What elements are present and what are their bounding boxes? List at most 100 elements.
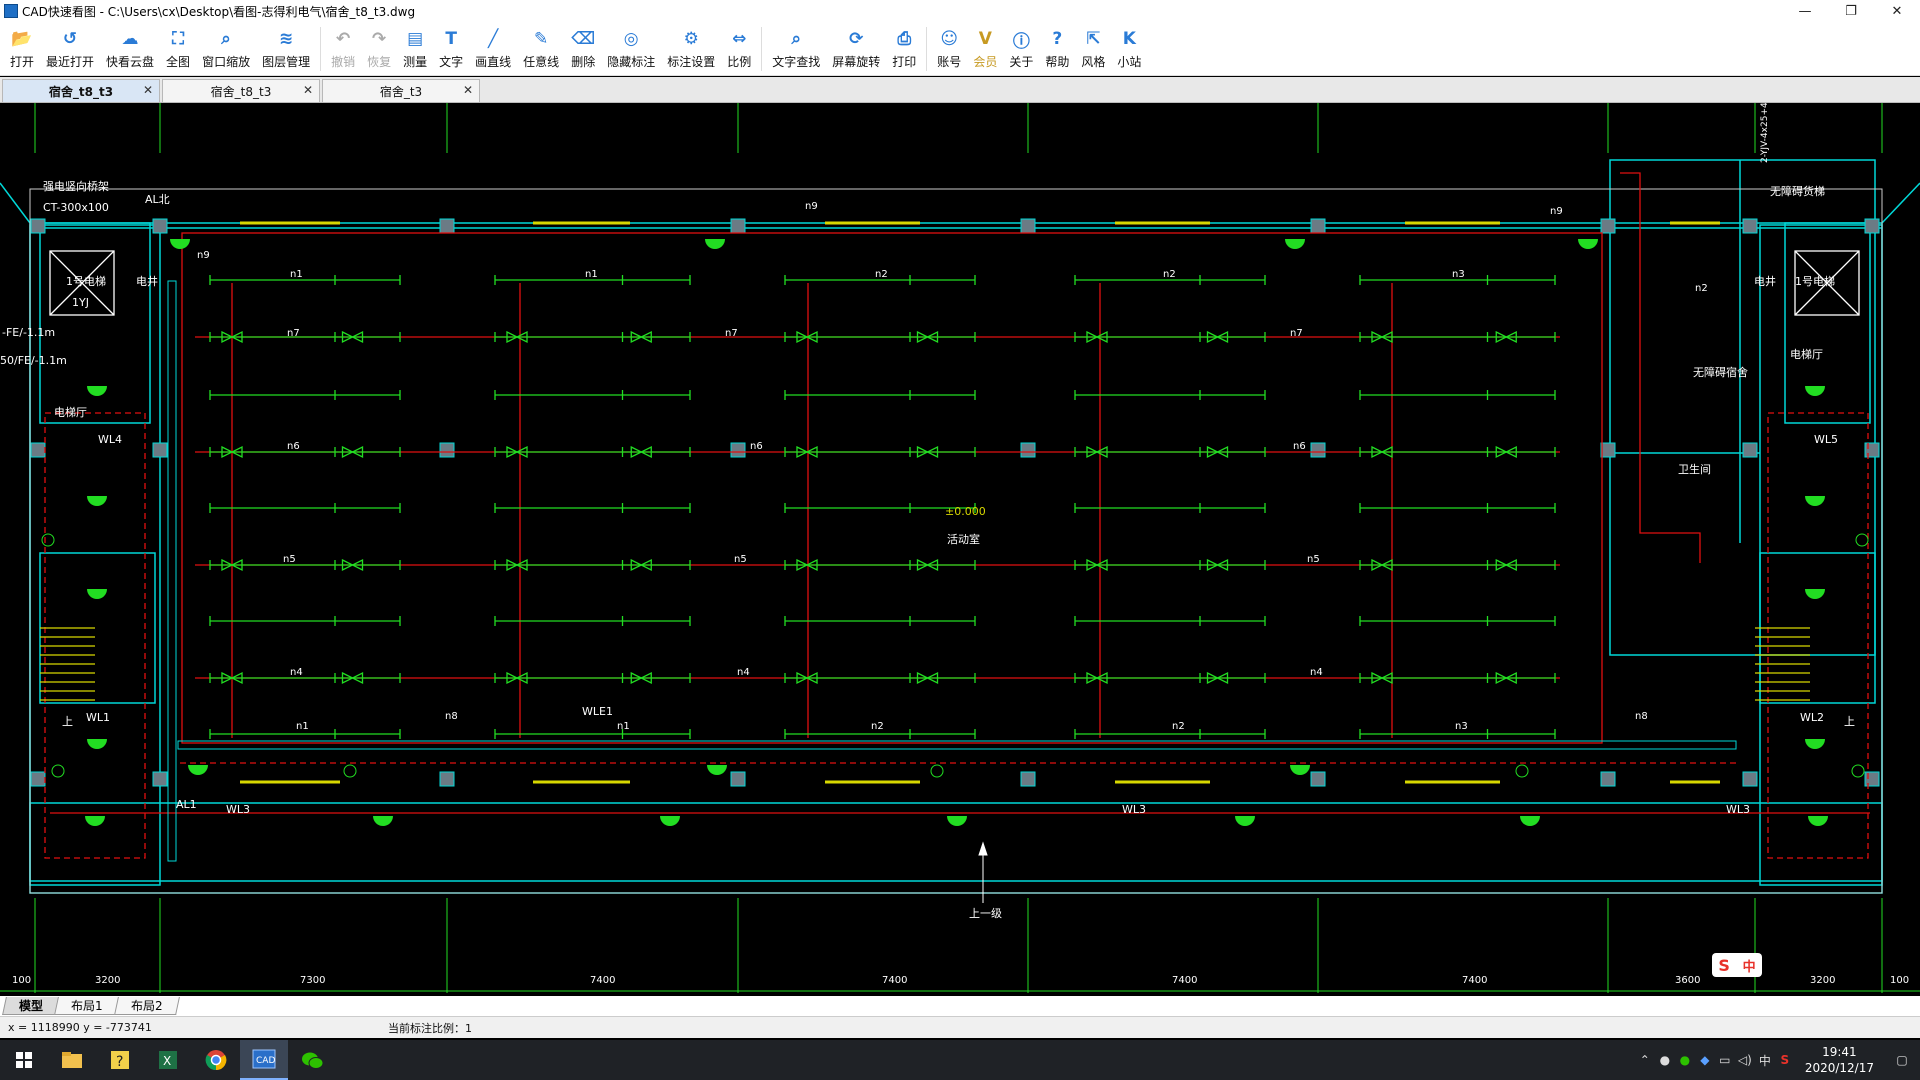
toolbar-button-1[interactable]: ↺ 最近打开 — [40, 22, 100, 76]
tray-app-icon[interactable]: ● — [1655, 1053, 1675, 1067]
toolbar-button-17[interactable]: ⟳ 屏幕旋转 — [826, 22, 886, 76]
document-tabs: 宿舍_t8_t3 ✕ 宿舍_t8_t3 ✕ 宿舍_t3 ✕ — [0, 77, 1920, 103]
sogou-tray-icon[interactable]: S — [1775, 1053, 1795, 1067]
minimize-button[interactable]: — — [1782, 0, 1828, 22]
restore-button[interactable]: ❐ — [1828, 0, 1874, 22]
column — [439, 218, 455, 234]
toolbar-button-8[interactable]: ▤ 测量 — [397, 22, 433, 76]
wall-lamp — [660, 816, 680, 826]
drawing-label: n3 — [1455, 721, 1468, 732]
drawing-label: 上 — [1844, 715, 1855, 728]
circuit-boundary — [181, 232, 1603, 744]
toolbar-button-24[interactable]: K 小站 — [1111, 22, 1147, 76]
clock[interactable]: 19:41 2020/12/17 — [1805, 1044, 1874, 1076]
tab-document-3[interactable]: 宿舍_t3 ✕ — [322, 79, 480, 102]
toolbar-button-19[interactable]: ☺ 账号 — [931, 22, 967, 76]
volume-icon[interactable]: ◁) — [1735, 1053, 1755, 1067]
tab-document-2[interactable]: 宿舍_t8_t3 ✕ — [162, 79, 320, 102]
drawing-label: WLE1 — [582, 705, 613, 718]
drawing-label: n4 — [737, 667, 750, 678]
drawing-label: 无障碍宿舍 — [1693, 365, 1748, 379]
cad-drawing-canvas[interactable]: 强电竖向桥架 CT-300x100 AL北 1号电梯 1YJ 电井 1号电梯 电井 电梯厅 电梯厅… — [0, 103, 1920, 996]
wechat-tray-icon[interactable]: ● — [1675, 1053, 1695, 1067]
notification-icon[interactable]: ▢ — [1884, 1053, 1920, 1067]
chevron-up-icon[interactable]: ⌃ — [1635, 1053, 1655, 1067]
wall-lamp — [87, 589, 107, 599]
drawing-label: 电井 — [1754, 274, 1776, 288]
toolbar-button-4[interactable]: ⌕ 窗口缩放 — [196, 22, 256, 76]
column — [30, 442, 46, 458]
toolbar-button-15[interactable]: ⇔ 比例 — [721, 22, 757, 76]
drawing-label: WL2 — [1800, 711, 1824, 724]
toolbar-button-14[interactable]: ⚙ 标注设置 — [661, 22, 721, 76]
toolbar-button-label: 图层管理 — [262, 55, 311, 69]
svg-text:CAD: CAD — [256, 1056, 275, 1066]
toolbar-button-7[interactable]: ↷ 恢复 — [361, 22, 397, 76]
toolbar-button-23[interactable]: ⇱ 风格 — [1075, 22, 1111, 76]
toolbar-button-16[interactable]: ⌕ 文字查找 — [766, 22, 826, 76]
toolbar-button-12[interactable]: ⌫ 删除 — [565, 22, 601, 76]
help-app-icon[interactable]: ? — [96, 1040, 144, 1080]
system-tray: ⌃ ● ● ◆ ▭ ◁) 中 S 19:41 2020/12/17 ▢ — [1635, 1040, 1920, 1080]
toolbar-button-20[interactable]: V 会员 — [967, 22, 1003, 76]
column — [439, 771, 455, 787]
drawing-label: n2 — [1172, 721, 1185, 732]
drawing-label: n5 — [734, 554, 747, 565]
column — [1864, 771, 1880, 787]
toolbar-button-11[interactable]: ✎ 任意线 — [517, 22, 565, 76]
toolbar-button-3[interactable]: ⛶ 全图 — [160, 22, 196, 76]
column — [1020, 771, 1036, 787]
close-tab-icon[interactable]: ✕ — [143, 83, 153, 97]
column — [1742, 218, 1758, 234]
toolbar-button-0[interactable]: 📂 打开 — [4, 22, 40, 76]
wall-lamp — [373, 816, 393, 826]
drawing-label: 1YJ — [72, 296, 89, 309]
toolbar-button-label: 关于 — [1009, 55, 1034, 69]
toolbar-button-10[interactable]: ╱ 画直线 — [469, 22, 517, 76]
cad-viewer-icon[interactable]: CAD — [240, 1040, 288, 1080]
toolbar-button-label: 撤销 — [331, 55, 356, 69]
toolbar-button-13[interactable]: ◎ 隐藏标注 — [601, 22, 661, 76]
close-tab-icon[interactable]: ✕ — [303, 83, 313, 97]
redo-icon: ↷ — [371, 29, 387, 49]
shield-icon[interactable]: ◆ — [1695, 1053, 1715, 1067]
tab-label: 布局1 — [71, 999, 103, 1013]
date: 2020/12/17 — [1804, 1061, 1874, 1075]
wechat-icon[interactable] — [288, 1040, 336, 1080]
toolbar-button-label: 删除 — [571, 55, 596, 69]
toolbar-button-9[interactable]: T 文字 — [433, 22, 469, 76]
tab-layout-2[interactable]: 布局2 — [113, 997, 180, 1015]
toolbar-button-6[interactable]: ↶ 撤销 — [325, 22, 361, 76]
floor-plan-drawing[interactable]: 强电竖向桥架CT-300x100AL北1号电梯1YJ电井 1号电梯电井电梯厅电梯厅… — [0, 103, 1920, 996]
undo-icon: ↶ — [335, 29, 351, 49]
close-tab-icon[interactable]: ✕ — [463, 83, 473, 97]
chrome-icon[interactable] — [192, 1040, 240, 1080]
drawing-label: WL4 — [98, 433, 122, 446]
toolbar-button-22[interactable]: ? 帮助 — [1039, 22, 1075, 76]
file-explorer-icon[interactable] — [48, 1040, 96, 1080]
excel-icon[interactable]: X — [144, 1040, 192, 1080]
column — [1600, 771, 1616, 787]
toolbar-button-21[interactable]: ⓘ 关于 — [1003, 22, 1039, 76]
network-icon[interactable]: ▭ — [1715, 1053, 1735, 1067]
drawing-label: n2 — [1163, 269, 1176, 280]
drawing-label: WL5 — [1814, 433, 1838, 446]
tab-layout-1[interactable]: 布局1 — [54, 997, 120, 1015]
drawing-label: n2 — [875, 269, 888, 280]
toolbar-button-2[interactable]: ☁ 快看云盘 — [100, 22, 160, 76]
wall-lamp — [87, 496, 107, 506]
drawing-label: WL3 — [1726, 803, 1750, 816]
socket — [1515, 764, 1529, 778]
dimension-label: 7300 — [300, 975, 325, 986]
ime-widget[interactable]: S 中 — [1712, 953, 1762, 977]
close-button[interactable]: ✕ — [1874, 0, 1920, 22]
tab-label: 模型 — [19, 999, 44, 1013]
tab-model[interactable]: 模型 — [2, 997, 60, 1015]
dimension-label: 3200 — [1810, 975, 1835, 986]
toolbar-button-18[interactable]: ⎙ 打印 — [886, 22, 922, 76]
ime-indicator[interactable]: 中 — [1755, 1052, 1775, 1069]
window-title: CAD快速看图 - C:\Users\cx\Desktop\看图-志得利电气\宿… — [22, 4, 416, 19]
windows-start-icon[interactable] — [0, 1040, 48, 1080]
tab-document-1[interactable]: 宿舍_t8_t3 ✕ — [2, 79, 160, 102]
toolbar-button-5[interactable]: ≋ 图层管理 — [256, 22, 316, 76]
